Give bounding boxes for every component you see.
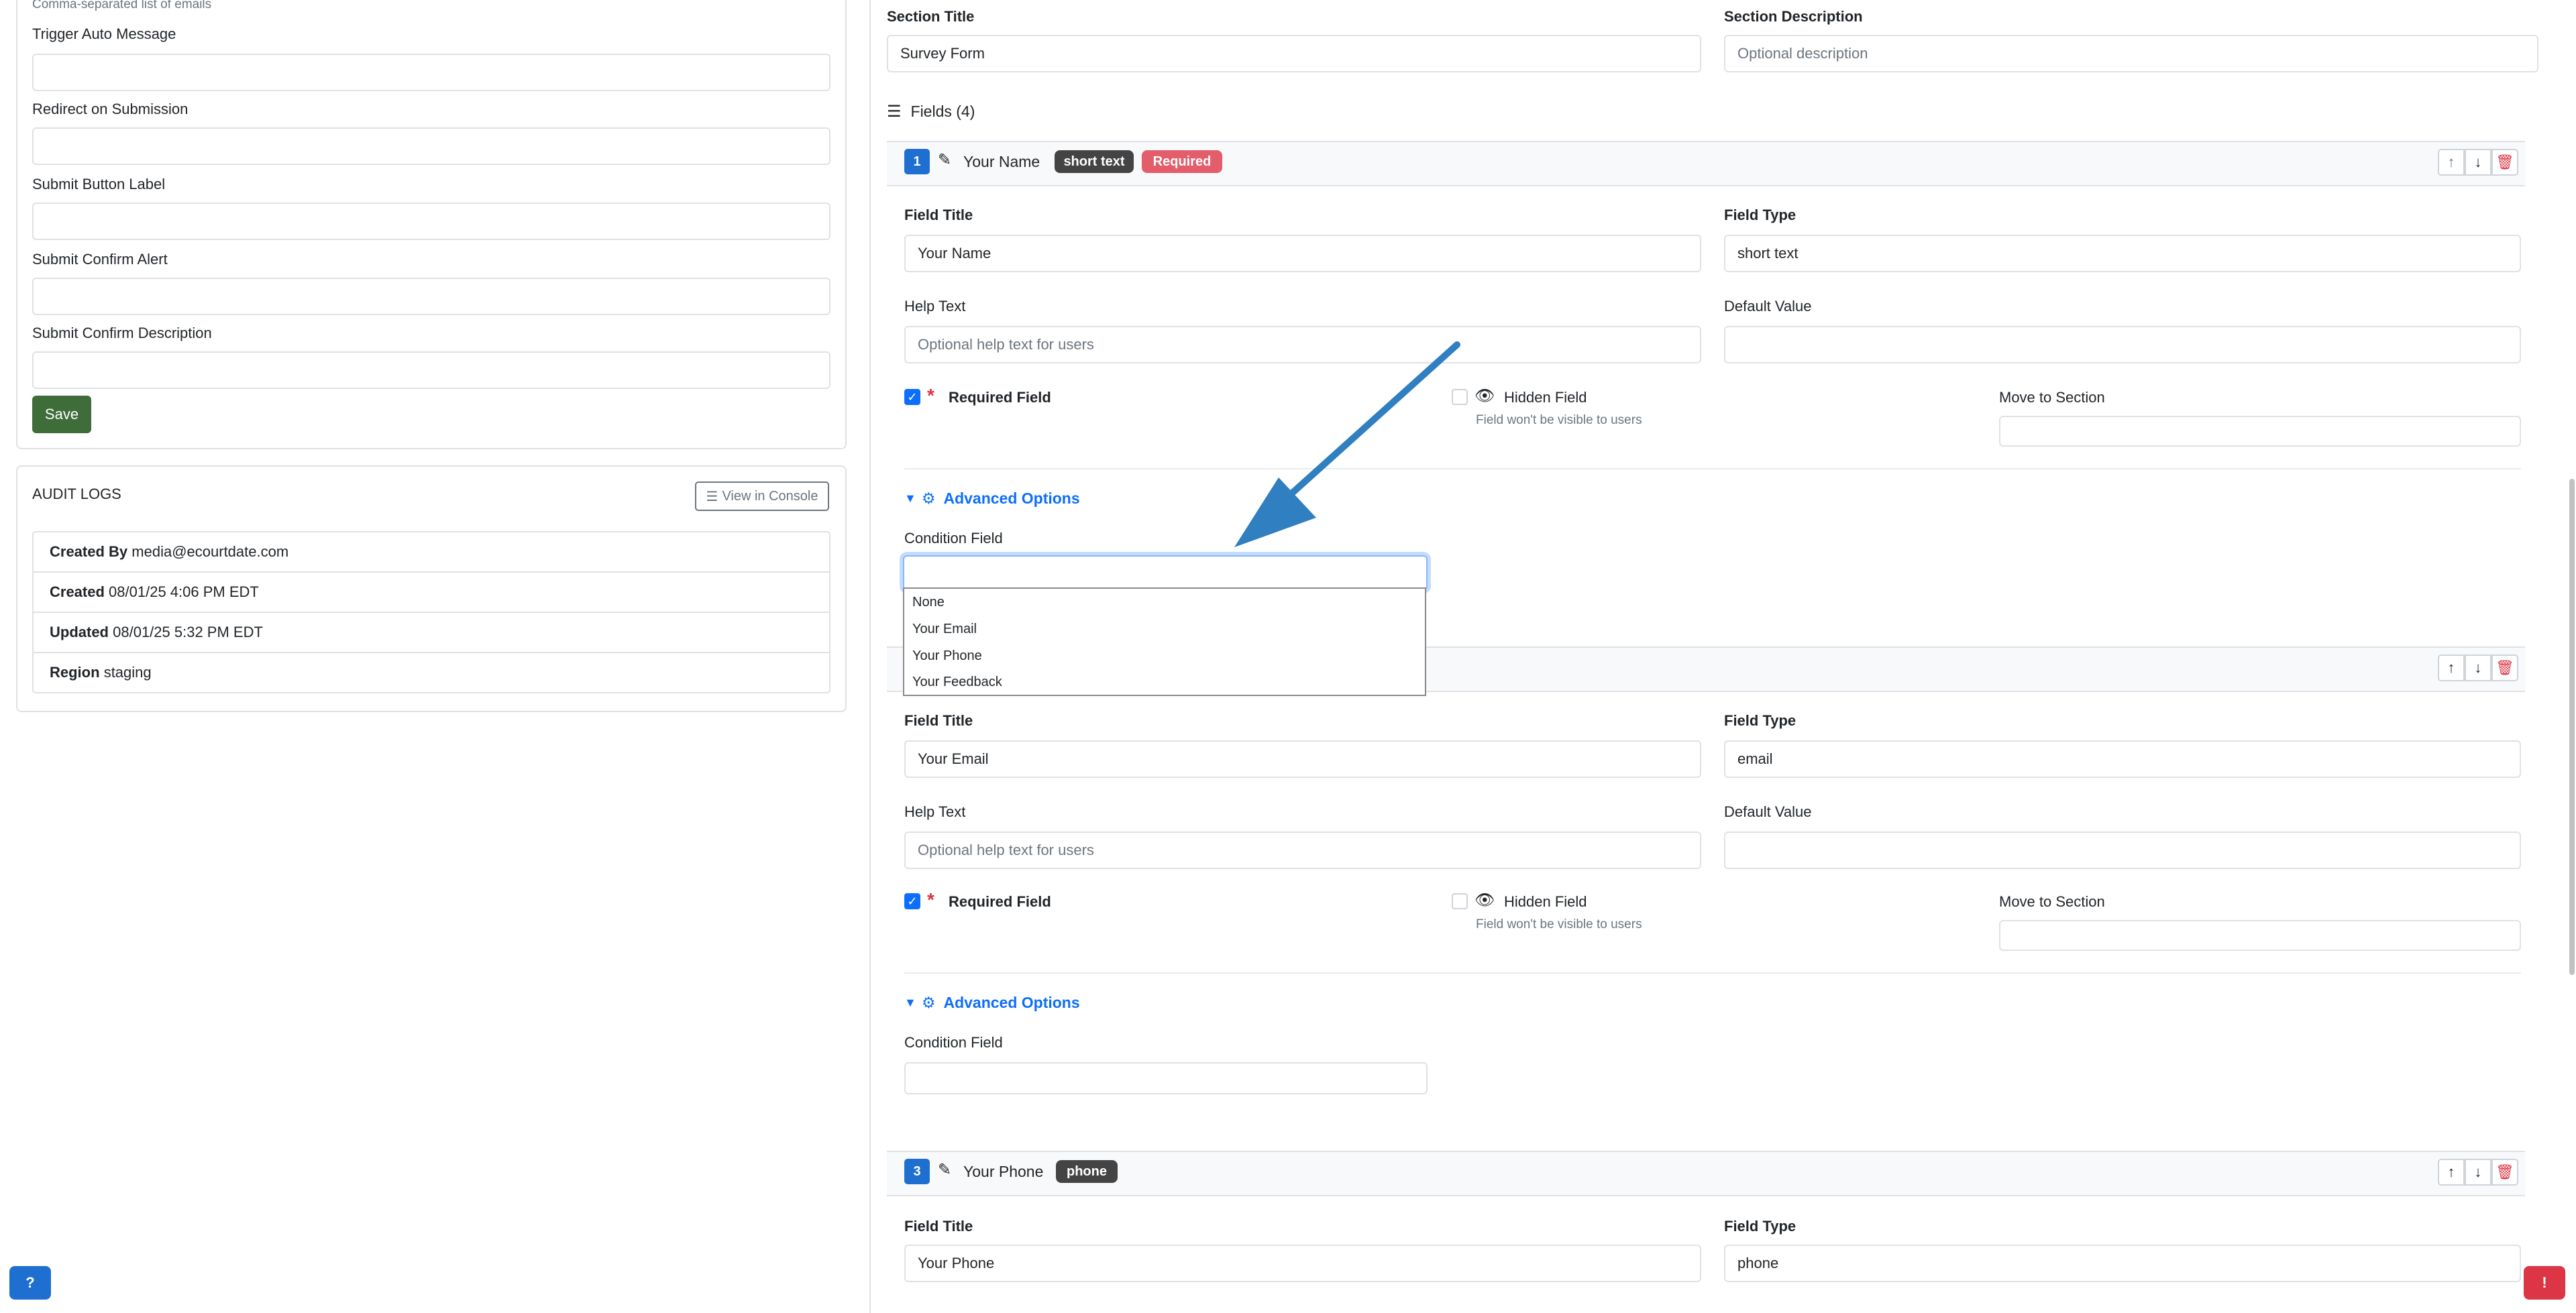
annotation-arrow bbox=[1234, 341, 1460, 547]
